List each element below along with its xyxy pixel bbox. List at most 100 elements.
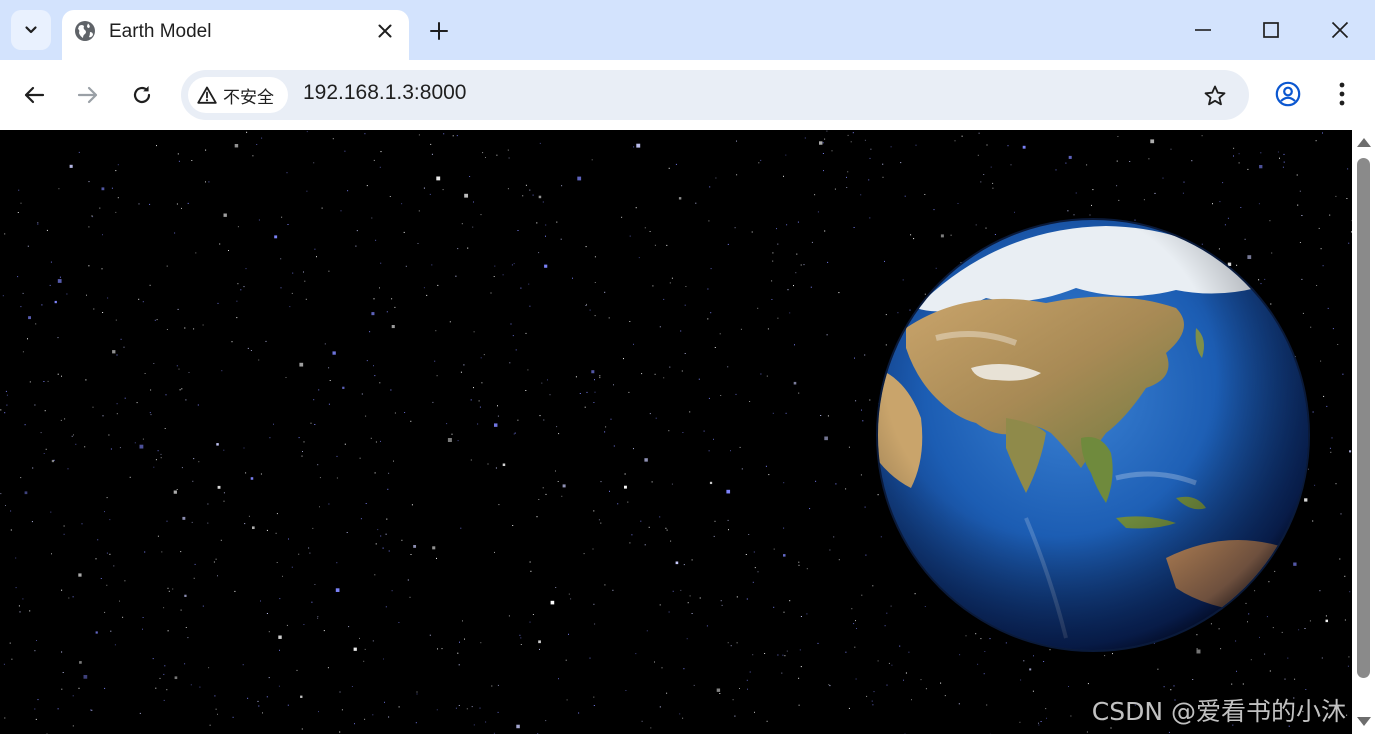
- star: [586, 391, 588, 393]
- star: [911, 699, 912, 701]
- star: [184, 663, 186, 665]
- star: [578, 712, 580, 714]
- star: [783, 554, 786, 557]
- star: [149, 203, 151, 205]
- star: [882, 163, 884, 165]
- star: [824, 436, 828, 441]
- menu-button[interactable]: [1327, 78, 1357, 110]
- star: [829, 685, 831, 687]
- star: [1148, 158, 1150, 160]
- star: [507, 188, 509, 190]
- star: [280, 258, 282, 260]
- star: [1259, 165, 1263, 169]
- bookmark-button[interactable]: [1201, 82, 1229, 110]
- star: [371, 312, 375, 316]
- star: [1032, 690, 1034, 692]
- star: [451, 433, 453, 435]
- star: [793, 285, 794, 287]
- star: [864, 506, 866, 508]
- profile-button[interactable]: [1272, 78, 1304, 110]
- star: [672, 590, 674, 592]
- star: [671, 277, 673, 279]
- star: [556, 426, 558, 428]
- star: [339, 691, 341, 693]
- star: [1330, 451, 1332, 453]
- close-window-button[interactable]: [1323, 13, 1357, 47]
- reload-button[interactable]: [124, 77, 160, 113]
- new-tab-button[interactable]: [424, 16, 454, 46]
- star: [593, 705, 595, 706]
- scrollbar-thumb[interactable]: [1357, 158, 1370, 678]
- vertical-scrollbar[interactable]: [1352, 130, 1375, 734]
- star: [675, 561, 679, 565]
- star: [1297, 204, 1299, 206]
- star: [34, 650, 36, 652]
- star: [565, 659, 567, 661]
- forward-button[interactable]: [70, 77, 106, 113]
- address-bar[interactable]: 不安全 192.168.1.3:8000: [181, 70, 1249, 120]
- star: [252, 155, 254, 157]
- maximize-button[interactable]: [1254, 13, 1288, 47]
- star: [193, 577, 195, 579]
- star: [905, 672, 907, 674]
- security-chip[interactable]: 不安全: [188, 77, 288, 113]
- star: [583, 553, 585, 555]
- star: [708, 220, 710, 222]
- star: [276, 513, 278, 515]
- tab-close-button[interactable]: [373, 19, 397, 43]
- star: [730, 645, 732, 647]
- star: [217, 302, 219, 304]
- tab-search-button[interactable]: [11, 10, 51, 50]
- star: [266, 613, 268, 614]
- url-text[interactable]: 192.168.1.3:8000: [303, 81, 467, 105]
- star: [168, 590, 170, 592]
- star: [24, 491, 28, 495]
- star: [20, 202, 22, 204]
- star: [417, 243, 419, 244]
- minimize-button[interactable]: [1186, 13, 1220, 47]
- star: [1118, 199, 1120, 201]
- star: [654, 661, 655, 663]
- star: [261, 137, 263, 139]
- scroll-down-arrow[interactable]: [1357, 717, 1371, 726]
- star: [407, 579, 409, 581]
- back-button[interactable]: [16, 77, 52, 113]
- star: [575, 376, 577, 378]
- star: [382, 547, 384, 549]
- star: [446, 423, 448, 425]
- security-label: 不安全: [223, 87, 274, 108]
- star: [138, 203, 140, 205]
- star: [306, 190, 308, 192]
- star: [458, 664, 460, 666]
- star: [109, 519, 111, 521]
- star: [244, 523, 246, 525]
- page-viewport[interactable]: CSDN @爱看书的小沐: [0, 130, 1352, 734]
- star: [651, 481, 653, 483]
- earth-globe[interactable]: [876, 218, 1310, 652]
- star: [4, 233, 6, 235]
- star: [441, 648, 443, 650]
- star: [391, 325, 395, 329]
- star: [509, 362, 511, 364]
- star: [363, 660, 365, 662]
- star: [1087, 683, 1089, 685]
- star: [385, 606, 387, 608]
- star: [714, 347, 716, 348]
- star: [410, 420, 412, 422]
- star: [510, 323, 512, 325]
- star: [1023, 660, 1025, 662]
- star: [301, 728, 303, 730]
- star: [163, 699, 165, 701]
- star: [681, 370, 683, 372]
- star: [470, 399, 472, 401]
- star: [754, 711, 755, 713]
- star: [27, 338, 28, 340]
- star: [708, 450, 710, 452]
- star: [493, 276, 495, 277]
- star: [532, 614, 534, 615]
- star: [768, 474, 770, 476]
- scroll-up-arrow[interactable]: [1357, 138, 1371, 147]
- tab-earth-model[interactable]: Earth Model: [62, 10, 409, 60]
- star: [1322, 132, 1323, 134]
- star: [124, 397, 126, 399]
